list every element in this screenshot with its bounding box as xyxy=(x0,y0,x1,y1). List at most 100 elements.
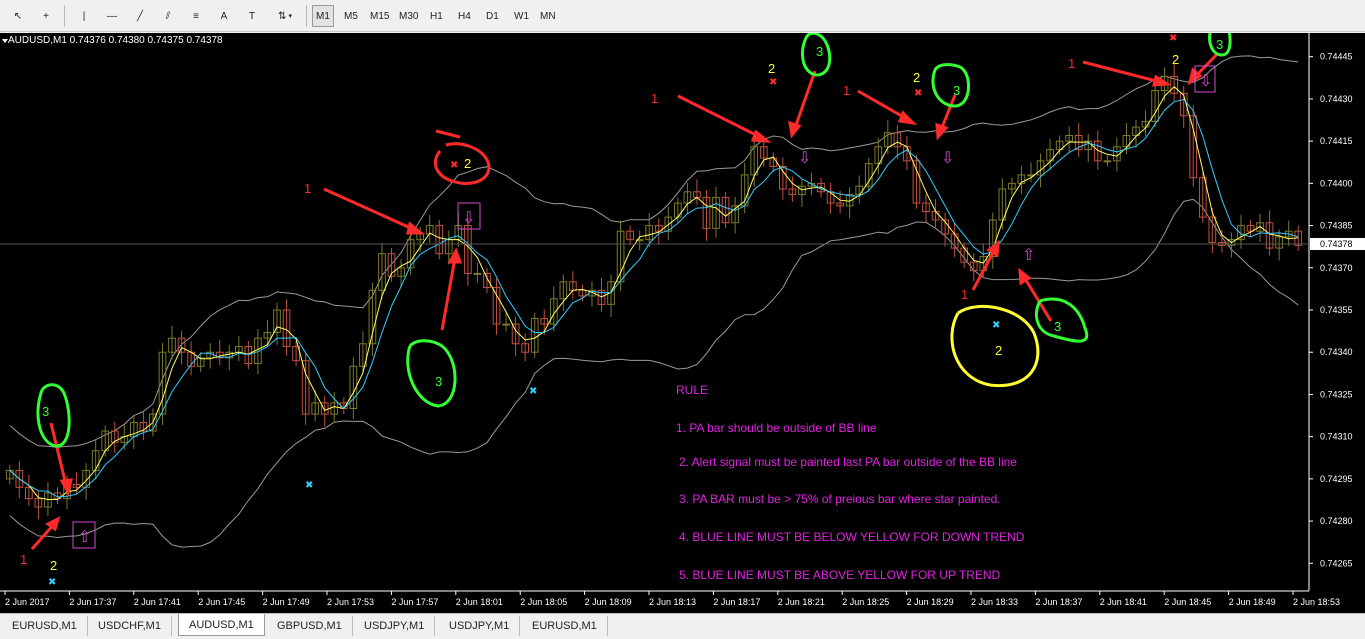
down-arrow-icon: ⇩ xyxy=(798,150,811,167)
label-2: 2 xyxy=(913,70,920,85)
label-1: 1 xyxy=(843,83,850,98)
candle-body xyxy=(1103,160,1112,163)
star-marker-icon: ✖ xyxy=(529,386,537,397)
up-arrow-icon: ⇧ xyxy=(78,529,91,546)
toolbar: ↖ + | — ╱ ⫽ ≡ A T ⇅ ▾ M1 M5 M15 M30 H1 H4… xyxy=(0,0,1365,32)
green-circle xyxy=(1035,297,1089,343)
label-3: 3 xyxy=(1216,37,1223,52)
time-tick-label: 2 Jun 18:17 xyxy=(713,597,760,607)
time-tick-label: 2 Jun 18:53 xyxy=(1293,597,1340,607)
red-arrow xyxy=(939,94,957,131)
label-3: 3 xyxy=(435,374,442,389)
horizontal-line-icon[interactable]: — xyxy=(100,5,124,27)
price-tick-label: 0.74340 xyxy=(1320,347,1353,357)
red-arrow xyxy=(1082,60,1161,84)
rule-2: 2. Alert signal must be painted last PA … xyxy=(679,455,1017,469)
moving-averages xyxy=(9,86,1299,500)
label-2: 2 xyxy=(50,558,57,573)
tab-eurusd-m1[interactable]: EURUSD,M1 xyxy=(2,616,88,636)
vertical-line-icon[interactable]: | xyxy=(72,5,96,27)
arrows-icon[interactable]: ⇅ ▾ xyxy=(270,5,300,27)
price-tick-label: 0.74430 xyxy=(1320,94,1353,104)
red-arrow xyxy=(677,94,761,139)
timeframe-mn-button[interactable]: MN xyxy=(536,5,560,27)
crosshair-icon[interactable]: + xyxy=(34,5,58,27)
timeframe-m5-button[interactable]: M5 xyxy=(340,5,362,27)
star-marker-icon: ✖ xyxy=(48,577,56,588)
tab-usdchf-m1[interactable]: USDCHF,M1 xyxy=(88,616,172,636)
timeframe-m30-button[interactable]: M30 xyxy=(395,5,422,27)
toolbar-separator xyxy=(306,5,307,27)
text-label-icon[interactable]: T xyxy=(240,5,264,27)
time-tick-label: 2 Jun 2017 xyxy=(5,597,50,607)
time-tick-label: 2 Jun 18:05 xyxy=(520,597,567,607)
price-chart[interactable]: ⇧ ⇩ ⇩ ⇩ ⇧ ⇩ ✖ ✖ ✖ ✖ ✖ ✖ ✖ ✖ 1 1 1 1 1 1 … xyxy=(0,33,1365,613)
label-3: 3 xyxy=(816,44,823,59)
trendline-icon[interactable]: ╱ xyxy=(128,5,152,27)
annotations: ⇧ ⇩ ⇩ ⇩ ⇧ ⇩ ✖ ✖ ✖ ✖ ✖ ✖ ✖ ✖ 1 1 1 1 1 1 … xyxy=(20,33,1232,588)
timeframe-w1-button[interactable]: W1 xyxy=(510,5,533,27)
red-arrow xyxy=(440,257,457,331)
timeframe-m1-button[interactable]: M1 xyxy=(312,5,334,27)
tab-label: EURUSD,M1 xyxy=(12,620,77,632)
tab-label: GBPUSD,M1 xyxy=(277,620,342,632)
price-tick-label: 0.74295 xyxy=(1320,474,1353,484)
time-tick-label: 2 Jun 17:37 xyxy=(69,597,116,607)
toolbar-separator xyxy=(64,5,65,27)
star-marker-icon: ✖ xyxy=(305,480,313,491)
red-arrow-head xyxy=(406,221,426,235)
star-marker-icon: ✖ xyxy=(992,320,1000,331)
text-icon[interactable]: A xyxy=(212,5,236,27)
timeframe-d1-button[interactable]: D1 xyxy=(482,5,503,27)
tab-audusd-m1[interactable]: AUDUSD,M1 xyxy=(178,614,265,636)
rule-3: 3. PA BAR must be > 75% of preious bar w… xyxy=(679,492,1001,506)
time-tick-label: 2 Jun 18:41 xyxy=(1100,597,1147,607)
star-marker-icon: ✖ xyxy=(769,77,777,88)
red-arrow xyxy=(49,422,68,486)
lower-band-line xyxy=(9,198,1299,548)
red-arrow-head xyxy=(897,110,918,126)
star-marker-icon: ✖ xyxy=(914,88,922,99)
label-2: 2 xyxy=(995,343,1002,358)
tab-usdjpy-m1[interactable]: USDJPY,M1 xyxy=(354,616,436,636)
cursor-icon[interactable]: ↖ xyxy=(6,5,30,27)
rule-1: 1. PA bar should be outside of BB line xyxy=(676,421,877,435)
tab-eurusd-m1[interactable]: EURUSD,M1 xyxy=(522,616,608,636)
chart-canvas: ⇧ ⇩ ⇩ ⇩ ⇧ ⇩ ✖ ✖ ✖ ✖ ✖ ✖ ✖ ✖ 1 1 1 1 1 1 … xyxy=(0,33,1365,607)
time-tick-label: 2 Jun 17:53 xyxy=(327,597,374,607)
tab-label: AUDUSD,M1 xyxy=(189,618,254,631)
timeframe-h1-button[interactable]: H1 xyxy=(426,5,447,27)
timeframe-m15-button[interactable]: M15 xyxy=(366,5,393,27)
price-tick-label: 0.74385 xyxy=(1320,221,1353,231)
tab-usdjpy-m1[interactable]: USDJPY,M1 xyxy=(439,616,521,636)
red-arrow xyxy=(323,187,416,232)
tab-gbpusd-m1[interactable]: GBPUSD,M1 xyxy=(267,616,353,636)
upper-band-line xyxy=(9,55,1299,448)
down-arrow-icon: ⇩ xyxy=(941,150,954,167)
fibonacci-icon[interactable]: ≡ xyxy=(184,5,208,27)
star-marker-icon: ✖ xyxy=(1169,33,1177,44)
green-circle xyxy=(406,339,457,408)
red-arrow xyxy=(971,248,997,291)
label-1: 1 xyxy=(20,552,27,567)
time-tick-label: 2 Jun 17:41 xyxy=(134,597,181,607)
label-2: 2 xyxy=(464,156,471,171)
price-axis: 0.74445 0.74430 0.74415 0.74400 0.74385 0.743… xyxy=(1309,52,1353,568)
tab-label: USDCHF,M1 xyxy=(98,620,161,632)
tab-label: USDJPY,M1 xyxy=(449,620,510,632)
candle-body xyxy=(502,323,510,326)
timeframe-h4-button[interactable]: H4 xyxy=(454,5,475,27)
red-arrow xyxy=(857,89,908,121)
red-arrow xyxy=(793,70,817,129)
tab-label: EURUSD,M1 xyxy=(532,620,597,632)
time-tick-label: 2 Jun 17:57 xyxy=(391,597,438,607)
label-1: 1 xyxy=(651,91,658,106)
time-tick-label: 2 Jun 18:25 xyxy=(842,597,889,607)
label-3: 3 xyxy=(42,404,49,419)
time-tick-label: 2 Jun 17:45 xyxy=(198,597,245,607)
label-2: 2 xyxy=(1172,52,1179,67)
equidistant-channel-icon[interactable]: ⫽ xyxy=(156,5,180,27)
time-tick-label: 2 Jun 17:49 xyxy=(263,597,310,607)
time-tick-label: 2 Jun 18:49 xyxy=(1229,597,1276,607)
green-circle xyxy=(931,63,970,108)
